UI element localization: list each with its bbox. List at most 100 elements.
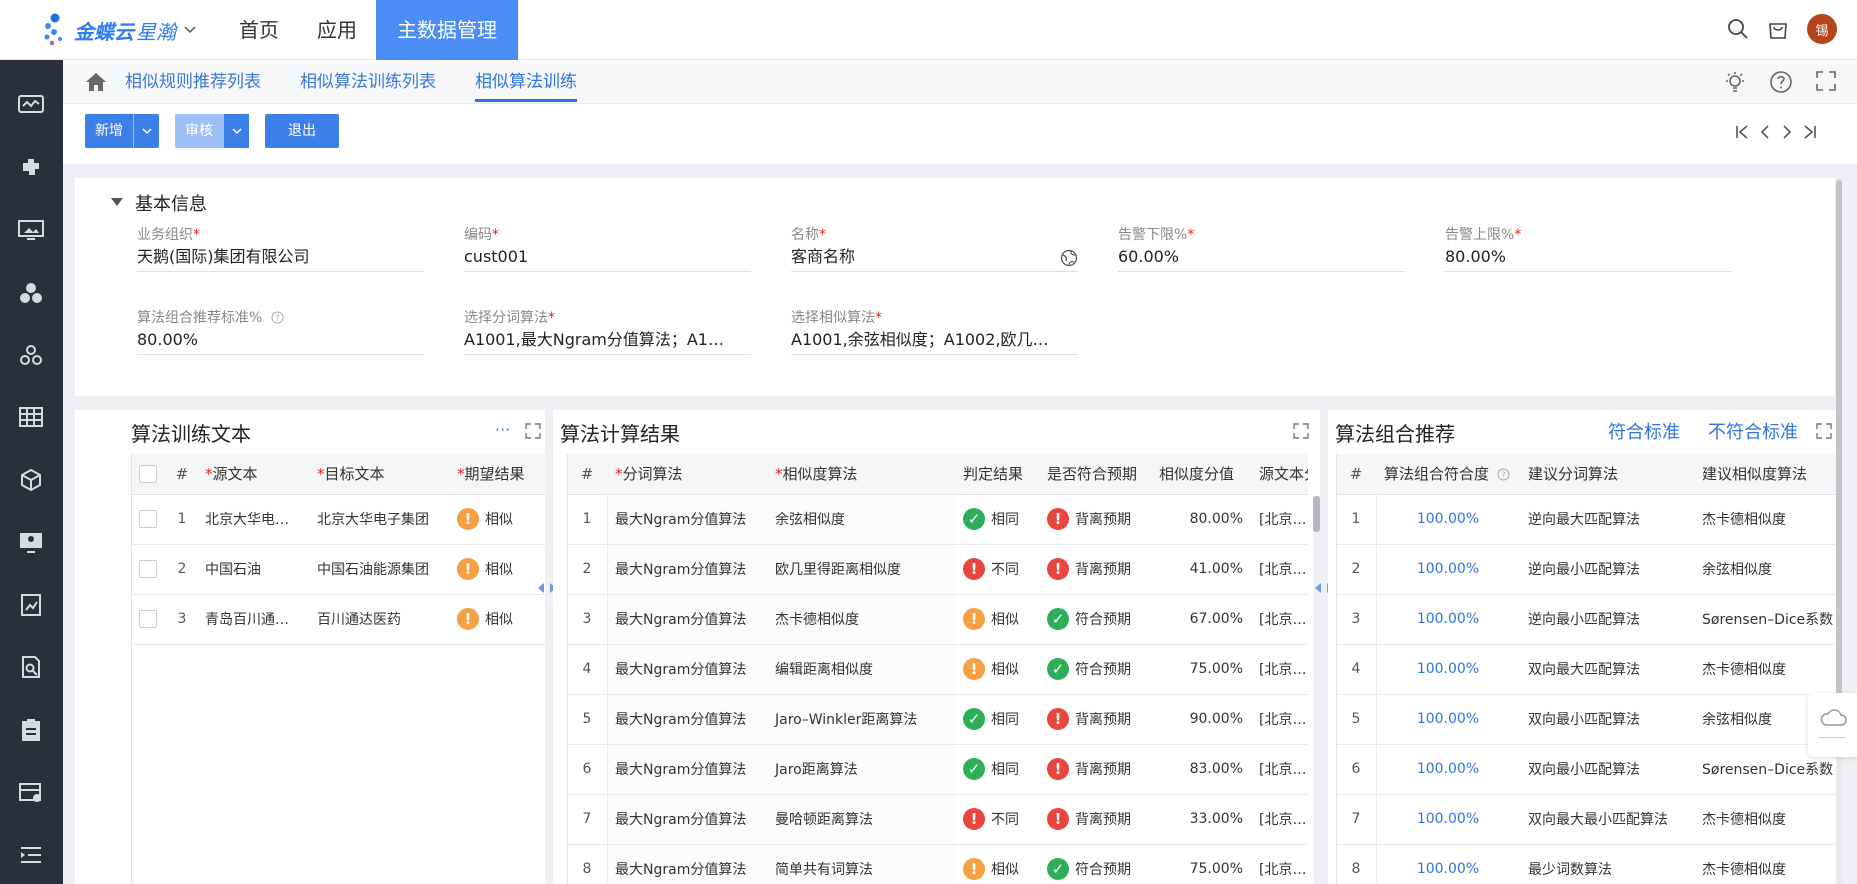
new-button[interactable]: 新增 xyxy=(85,114,159,148)
table-row[interactable]: 8最大Ngram分值算法简单共有词算法! 相似 ✓ 符合预期 75.00%[北京, 大 xyxy=(567,844,1308,884)
expand-icon[interactable] xyxy=(525,423,541,439)
col-expect[interactable]: *期望结果 xyxy=(449,454,553,495)
col-target[interactable]: *目标文本 xyxy=(309,454,449,495)
name-input[interactable]: 客商名称 xyxy=(791,242,1078,272)
sim-cell[interactable]: 余弦相似度 xyxy=(1694,544,1836,595)
source-cell[interactable]: [北京, 大 xyxy=(1251,544,1308,595)
expect-cell[interactable]: ! 背离预期 xyxy=(1039,694,1151,745)
table-row[interactable]: 8 100.00% 最少词数算法 杰卡德相似度 xyxy=(1336,844,1836,884)
field-name[interactable]: 名称* 客商名称 xyxy=(791,224,1078,272)
collapse-triangle-icon[interactable] xyxy=(111,198,123,206)
field-sim-algorithm[interactable]: 选择相似算法* A1001,余弦相似度；A1002,欧几里得距离相似度 xyxy=(791,307,1078,355)
org-input[interactable]: 天鹅(国际)集团有限公司 xyxy=(137,242,424,272)
col-expect[interactable]: 是否符合预期 xyxy=(1039,454,1151,495)
home-icon[interactable] xyxy=(85,72,107,92)
table-row[interactable]: 2 中国石油 中国石油能源集团! 相似 xyxy=(131,544,553,595)
cubes-icon[interactable] xyxy=(16,340,46,370)
fit-cell[interactable]: 100.00% xyxy=(1376,494,1520,545)
sim-cell[interactable]: 杰卡德相似度 xyxy=(1694,794,1836,845)
fit-cell[interactable]: 100.00% xyxy=(1376,744,1520,795)
field-seg-algorithm[interactable]: 选择分词算法* A1001,最大Ngram分值算法；A1002,逆向最大匹配算法 xyxy=(464,307,751,355)
source-cell[interactable]: [北京, 大 xyxy=(1251,844,1308,884)
alert-low-input[interactable]: 60.00% xyxy=(1118,242,1405,272)
field-alert-low[interactable]: 告警下限%* 60.00% xyxy=(1118,224,1405,272)
table-row[interactable]: 4最大Ngram分值算法编辑距离相似度! 相似 ✓ 符合预期 75.00%[北京, 大 xyxy=(567,644,1308,695)
judge-cell[interactable]: ! 相似 xyxy=(955,644,1039,695)
col-judge[interactable]: 判定结果 xyxy=(955,454,1039,495)
expect-cell[interactable]: ! 背离预期 xyxy=(1039,794,1151,845)
source-cell[interactable]: 北京大华电子有限公司 xyxy=(197,494,309,545)
seg-cell[interactable]: 最大Ngram分值算法 xyxy=(607,694,767,745)
more-icon[interactable]: ··· xyxy=(495,420,510,439)
fullscreen-icon[interactable] xyxy=(1815,70,1837,92)
field-alert-high[interactable]: 告警上限%* 80.00% xyxy=(1445,224,1732,272)
expand-icon[interactable] xyxy=(1293,423,1309,439)
fails-standard-link[interactable]: 不符合标准 xyxy=(1708,418,1798,444)
seg-algorithm-input[interactable]: A1001,最大Ngram分值算法；A1002,逆向最大匹配算法 xyxy=(464,325,751,355)
seg-cell[interactable]: 最大Ngram分值算法 xyxy=(607,794,767,845)
table-row[interactable]: 1 100.00% 逆向最大匹配算法 杰卡德相似度 xyxy=(1336,494,1836,545)
seg-cell[interactable]: 双向最小匹配算法 xyxy=(1520,694,1694,745)
monitor-chart-icon[interactable] xyxy=(16,90,46,120)
help-icon[interactable] xyxy=(1769,70,1793,94)
source-cell[interactable]: [北京, 大 xyxy=(1251,644,1308,695)
puzzle-icon[interactable] xyxy=(16,152,46,182)
col-fit[interactable]: 算法组合符合度 ? xyxy=(1376,454,1520,495)
splitter-1[interactable] xyxy=(538,410,556,884)
tab-similar-rule-list[interactable]: 相似规则推荐列表 xyxy=(125,60,261,104)
expect-cell[interactable]: ! 相似 xyxy=(449,494,553,545)
splitter-2[interactable] xyxy=(1315,410,1333,884)
fit-cell[interactable]: 100.00% xyxy=(1376,644,1520,695)
seg-cell[interactable]: 最大Ngram分值算法 xyxy=(607,494,767,545)
card-gear-icon[interactable] xyxy=(16,778,46,808)
expand-icon[interactable] xyxy=(1816,423,1832,439)
expect-cell[interactable]: ! 背离预期 xyxy=(1039,494,1151,545)
exit-button[interactable]: 退出 xyxy=(265,114,339,148)
table-row[interactable]: 5 100.00% 双向最小匹配算法 余弦相似度 xyxy=(1336,694,1836,745)
avatar[interactable]: 锡 xyxy=(1807,14,1837,44)
score-cell[interactable]: 75.00% xyxy=(1151,844,1251,884)
scroll-thumb[interactable] xyxy=(1836,180,1842,700)
fit-cell[interactable]: 100.00% xyxy=(1376,844,1520,884)
col-sim[interactable]: *相似度算法 xyxy=(767,454,955,495)
score-cell[interactable]: 90.00% xyxy=(1151,694,1251,745)
row-checkbox[interactable] xyxy=(139,560,157,578)
judge-cell[interactable]: ! 相似 xyxy=(955,844,1039,884)
search-icon[interactable] xyxy=(1727,18,1749,40)
nav-home[interactable]: 首页 xyxy=(220,0,298,60)
judge-cell[interactable]: ! 相似 xyxy=(955,594,1039,645)
table-row[interactable]: 2 100.00% 逆向最小匹配算法 余弦相似度 xyxy=(1336,544,1836,595)
chevron-down-icon[interactable] xyxy=(184,26,196,34)
sim-cell[interactable]: 杰卡德相似度 xyxy=(767,594,955,645)
table-row[interactable]: 3 100.00% 逆向最小匹配算法 Sørensen–Dice系数 xyxy=(1336,594,1836,645)
recommend-standard-input[interactable]: 80.00% xyxy=(137,325,424,355)
seg-cell[interactable]: 最少词数算法 xyxy=(1520,844,1694,884)
table-row[interactable]: 6 100.00% 双向最小匹配算法 Sørensen–Dice系数 xyxy=(1336,744,1836,795)
doc-search-icon[interactable] xyxy=(16,652,46,682)
field-org[interactable]: 业务组织* 天鹅(国际)集团有限公司 xyxy=(137,224,424,272)
expect-cell[interactable]: ✓ 符合预期 xyxy=(1039,644,1151,695)
cloud-icon[interactable] xyxy=(1818,707,1848,729)
first-record-icon[interactable] xyxy=(1735,124,1749,140)
field-recommend-standard[interactable]: 算法组合推荐标准% ? 80.00% xyxy=(137,307,424,355)
lightbulb-icon[interactable] xyxy=(1723,70,1747,94)
source-cell[interactable]: [北京, 大 xyxy=(1251,594,1308,645)
seg-cell[interactable]: 最大Ngram分值算法 xyxy=(607,594,767,645)
app-logo[interactable]: 金蝶云 星瀚 xyxy=(40,10,196,50)
select-all-cell[interactable] xyxy=(131,454,167,495)
tab-similar-train[interactable]: 相似算法训练 xyxy=(475,60,577,104)
seg-cell[interactable]: 双向最大匹配算法 xyxy=(1520,644,1694,695)
globe-icon[interactable] xyxy=(1060,249,1078,267)
last-record-icon[interactable] xyxy=(1803,124,1817,140)
menu-collapse-icon[interactable] xyxy=(16,840,46,870)
sim-cell[interactable]: Sørensen–Dice系数 xyxy=(1694,594,1836,645)
shopping-bag-icon[interactable] xyxy=(1767,18,1789,40)
fit-cell[interactable]: 100.00% xyxy=(1376,544,1520,595)
col-seg[interactable]: *分词算法 xyxy=(607,454,767,495)
judge-cell[interactable]: ! 不同 xyxy=(955,794,1039,845)
score-cell[interactable]: 75.00% xyxy=(1151,644,1251,695)
fit-cell[interactable]: 100.00% xyxy=(1376,794,1520,845)
col-score[interactable]: 相似度分值 xyxy=(1151,454,1251,495)
table-row[interactable]: 1北京大华电子有限公司北京大华电子集团! 相似 xyxy=(131,494,553,545)
next-record-icon[interactable] xyxy=(1781,124,1793,140)
